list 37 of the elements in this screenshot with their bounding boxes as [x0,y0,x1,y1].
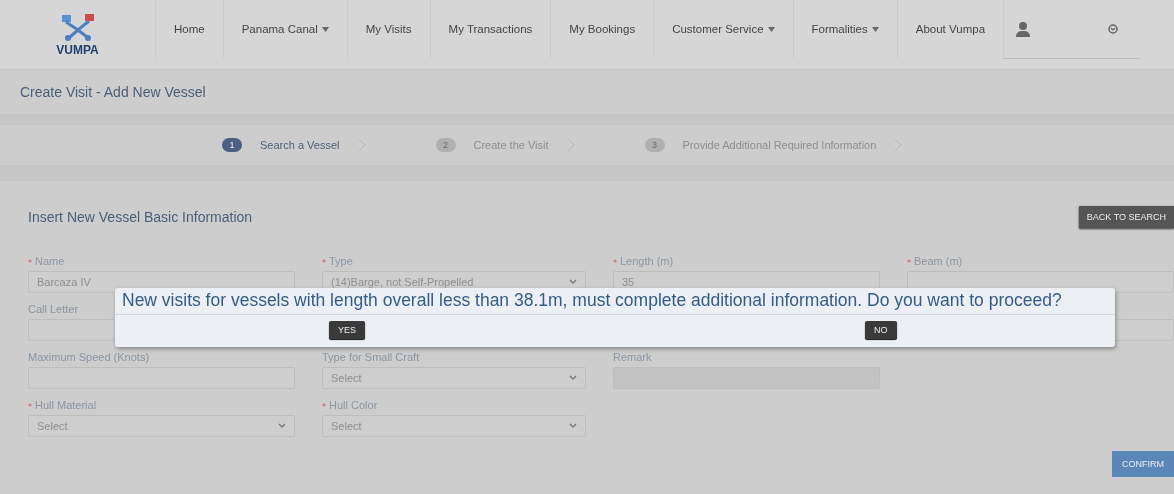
step-number: 3 [644,138,665,152]
dialog-button[interactable]: YES [329,321,365,339]
nav-item[interactable]: Formalities [792,0,897,58]
caret-icon [569,423,577,429]
page-title: Create Visit - Add New Vessel [20,84,206,100]
logo-text[interactable]: VUMPA [56,42,99,57]
step-number: 2 [435,138,456,152]
nav-item[interactable]: My Visits [346,0,430,58]
nav-item[interactable]: About Vumpa [896,0,1004,58]
field-label: Name [35,255,65,267]
dialog-button[interactable]: NO [865,321,897,339]
step-label: Search a Vessel [260,139,340,151]
field-label: Maximum Speed (Knots) [28,351,150,363]
field-label: Hull Color [329,399,378,411]
nav-item[interactable]: Panama Canal [222,0,347,58]
caret-icon [569,279,577,285]
chevron-circle-icon[interactable] [1108,24,1119,34]
field-label: Type [329,255,353,267]
back-to-search-button[interactable]: BACK TO SEARCH [1078,206,1174,228]
dialog-message: New visits for vessels with length overall less than 38.1m, must complete additional information. Do you want to proceed? [115,288,1115,315]
field-label: Hull Material [35,399,97,411]
step-label: Create the Visit [473,139,549,151]
nav-item[interactable]: Home [155,0,223,58]
nav-item[interactable]: My Bookings [550,0,654,58]
field-label: Remark [613,351,652,363]
nav-item[interactable]: My Transactions [429,0,551,58]
step-number: 1 [222,138,242,152]
field-label: Beam (m) [914,255,963,267]
user-icon[interactable] [1016,21,1031,37]
section-title: Insert New Vessel Basic Information [28,209,253,225]
field-label: Length (m) [620,255,674,267]
nav-item[interactable]: Customer Service [653,0,793,58]
caret-icon [278,423,286,429]
caret-icon [569,375,577,381]
field-label: Type for Small Craft [322,351,420,363]
field-label: Call Letter [28,303,79,315]
step-label: Provide Additional Required Information [682,139,877,151]
